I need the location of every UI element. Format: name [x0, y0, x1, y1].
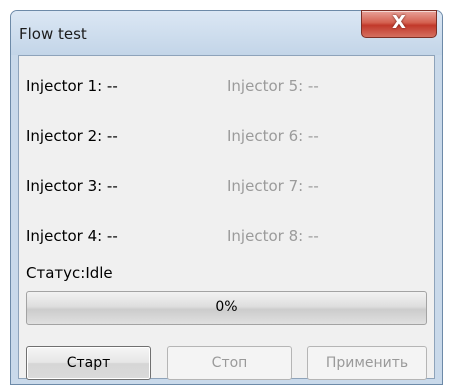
- progress-bar: 0%: [26, 291, 427, 325]
- start-button[interactable]: Старт: [26, 346, 151, 380]
- status-label: Статус:Idle: [26, 264, 113, 282]
- injector-1-label: Injector 1: --: [26, 77, 118, 95]
- stop-button[interactable]: Стоп: [167, 346, 292, 380]
- close-icon: X: [392, 12, 406, 33]
- close-button[interactable]: X: [361, 10, 437, 38]
- apply-button[interactable]: Применить: [307, 346, 427, 380]
- injector-8-label: Injector 8: --: [227, 227, 319, 245]
- dialog-body: Injector 1: -- Injector 2: -- Injector 3…: [18, 55, 435, 380]
- flow-test-window: Flow test X Injector 1: -- Injector 2: -…: [10, 10, 443, 385]
- injector-7-label: Injector 7: --: [227, 177, 319, 195]
- injector-2-label: Injector 2: --: [26, 127, 118, 145]
- injector-4-label: Injector 4: --: [26, 227, 118, 245]
- window-title: Flow test: [19, 25, 87, 43]
- injector-5-label: Injector 5: --: [227, 77, 319, 95]
- progress-text: 0%: [215, 299, 238, 315]
- title-bar[interactable]: Flow test X: [11, 10, 442, 55]
- injector-6-label: Injector 6: --: [227, 127, 319, 145]
- injector-3-label: Injector 3: --: [26, 177, 118, 195]
